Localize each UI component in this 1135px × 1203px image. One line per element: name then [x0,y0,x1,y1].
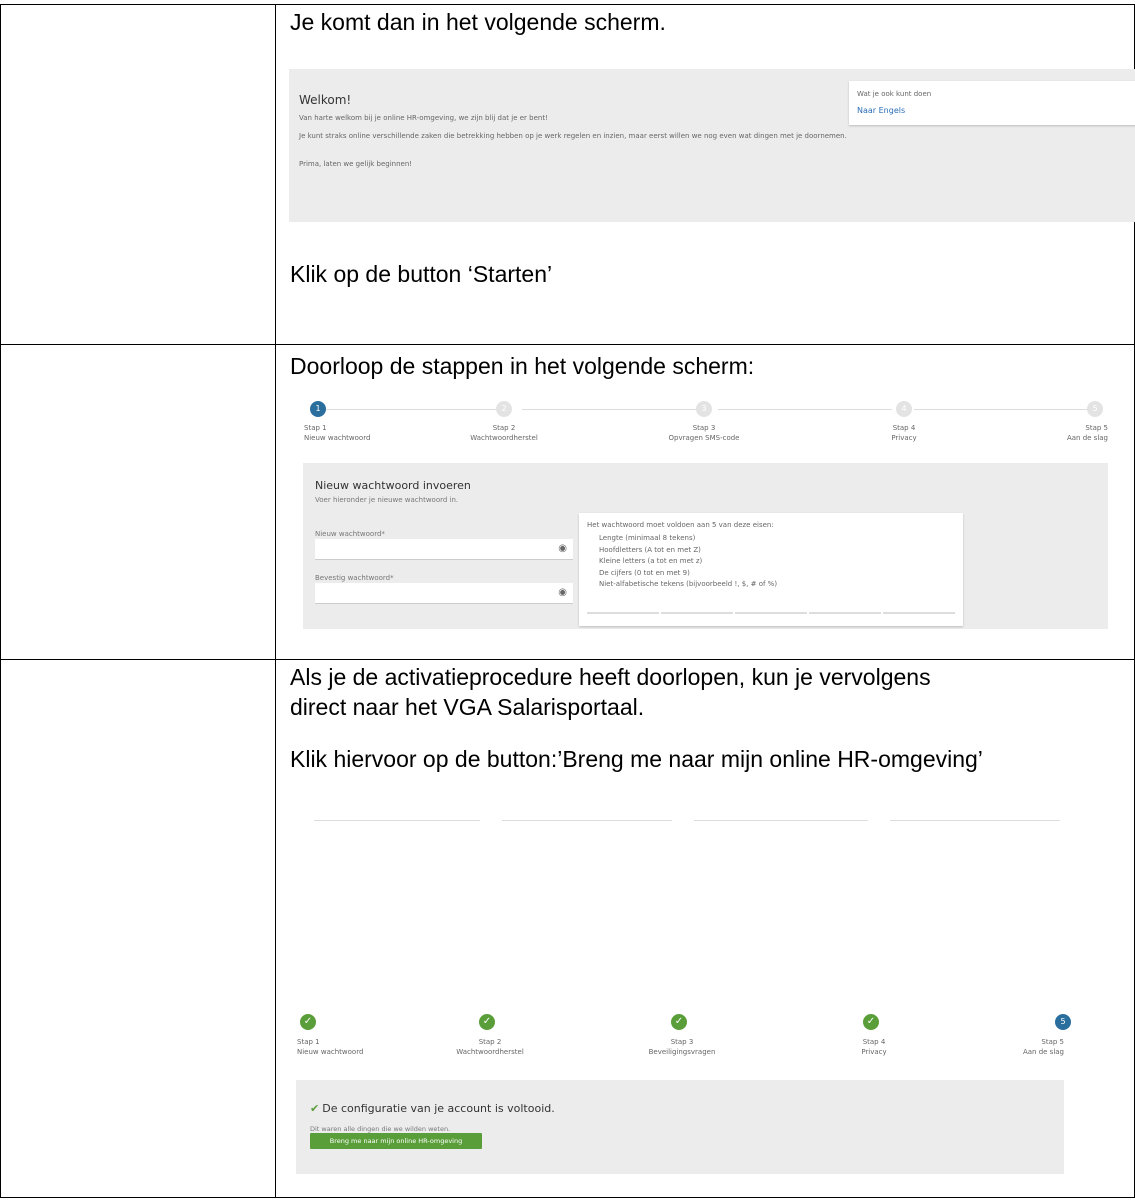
check-icon: ✓ [479,1014,495,1030]
check-icon: ✓ [863,1014,879,1030]
step-caption: Stap 4 Privacy [846,1037,902,1057]
step-caption: Stap 5 Aan de slag [1006,1037,1064,1057]
check-icon: ✓ [300,1014,316,1030]
strength-meter [587,612,955,614]
instruction-text: Klik op de button ‘Starten’ [290,261,553,287]
password-panel: Nieuw wachtwoord invoeren Voer hieronder… [303,463,1108,629]
step-1-indicator: 1 [310,401,326,417]
step-label: Stap 5 [1041,1038,1064,1046]
paragraph-line: Als je de activatieprocedure heeft doorl… [290,664,931,690]
step-2-indicator: 2 [496,401,512,417]
step-name: Wachtwoordherstel [470,434,538,442]
left-cell [0,4,276,345]
step-name: Nieuw wachtwoord [297,1048,364,1056]
step-name: Beveiligingsvragen [648,1048,716,1056]
requirement-item: Lengte (minimaal 8 tekens) [599,534,696,542]
step-label: Stap 3 [670,1038,694,1046]
intro-text: Doorloop de stappen in het volgende sche… [290,353,755,379]
step-label: Stap 2 [492,424,516,432]
step-caption: Stap 2 Wachtwoordherstel [452,1037,528,1057]
step-label: Stap 2 [478,1038,502,1046]
eye-icon[interactable]: ◉ [558,587,567,598]
paragraph-line: direct naar het VGA Salarisportaal. [290,694,645,720]
step-label: Stap 5 [1085,424,1108,432]
step-label: Stap 4 [892,424,916,432]
step-name: Nieuw wachtwoord [304,434,371,442]
content-cell: Je komt dan in het volgende scherm. Welk… [275,4,1135,345]
intro-text: Je komt dan in het volgende scherm. [290,9,666,35]
welcome-line: Je kunt straks online verschillende zake… [299,132,847,140]
welcome-line: Prima, laten we gelijk beginnen! [299,160,413,168]
stepper [290,810,1080,870]
instruction-text: Klik hiervoor op de button:’Breng me naa… [290,746,983,772]
step-label: Stap 3 [692,424,716,432]
requirement-item: Hoofdletters (A tot en met Z) [599,545,701,554]
step-label: Stap 1 [297,1038,320,1046]
completion-title: ✔ De configuratie van je account is volto… [310,1102,555,1115]
go-to-hr-button[interactable]: Breng me naar mijn online HR-omgeving [310,1133,482,1149]
new-password-field[interactable]: ◉ [315,539,573,560]
confirm-password-label: Bevestig wachtwoord* [315,574,394,582]
step-name: Privacy [861,1048,887,1056]
step-name: Wachtwoordherstel [456,1048,524,1056]
left-cell [0,344,276,660]
language-link[interactable]: Naar Engels [857,106,905,115]
stepper: 1 2 3 4 5 Stap 1 Nieuw wachtwoord Stap 2 W… [290,399,1108,459]
step-caption: Stap 3 Beveiligingsvragen [640,1037,724,1057]
side-panel: Wat je ook kunt doen Naar Engels [849,81,1135,125]
step-label: Stap 1 [304,424,327,432]
requirements-box: Het wachtwoord moet voldoen aan 5 van de… [579,513,963,626]
step-label: Stap 4 [862,1038,886,1046]
welcome-screenshot: Welkom! Van harte welkom bij je online H… [289,69,1135,222]
welcome-line: Van harte welkom bij je online HR-omgevi… [299,114,548,122]
requirements-list: Lengte (minimaal 8 tekens) Hoofdletters … [599,533,777,591]
requirement-item: Niet-alfabetische tekens (bijvoorbeeld !… [599,580,778,588]
step-4-indicator: 4 [896,401,912,417]
check-icon: ✔ [310,1102,320,1115]
completion-subtitle: Dit waren alle dingen die we wilden wete… [310,1125,451,1133]
step-caption: Stap 1 Nieuw wachtwoord [297,1037,363,1057]
step-name: Aan de slag [1066,434,1108,442]
new-password-label: Nieuw wachtwoord* [315,530,385,538]
step-3-indicator: 3 [696,401,712,417]
step-name: Aan de slag [1022,1048,1064,1056]
confirm-password-field[interactable]: ◉ [315,583,573,604]
welcome-title: Welkom! [299,93,352,107]
requirement-item: Kleine letters (a tot en met z) [599,557,703,565]
side-panel-title: Wat je ook kunt doen [857,90,932,98]
step-5-indicator: 5 [1087,401,1103,417]
step-name: Opvragen SMS-code [668,434,740,442]
check-icon: ✓ [671,1014,687,1030]
panel-title: Nieuw wachtwoord invoeren [315,479,471,492]
eye-icon[interactable]: ◉ [558,543,567,554]
requirement-item: De cijfers (0 tot en met 9) [599,568,690,577]
table-row: Je komt dan in het volgende scherm. Welk… [0,4,1135,345]
completion-panel: ✔ De configuratie van je account is volto… [296,1080,1064,1174]
requirements-title: Het wachtwoord moet voldoen aan 5 van de… [587,521,774,529]
step-5-indicator: 5 [1055,1014,1071,1030]
left-cell [0,659,276,1198]
panel-subtitle: Voer hieronder je nieuwe wachtwoord in. [315,496,459,504]
step-name: Privacy [891,434,917,442]
